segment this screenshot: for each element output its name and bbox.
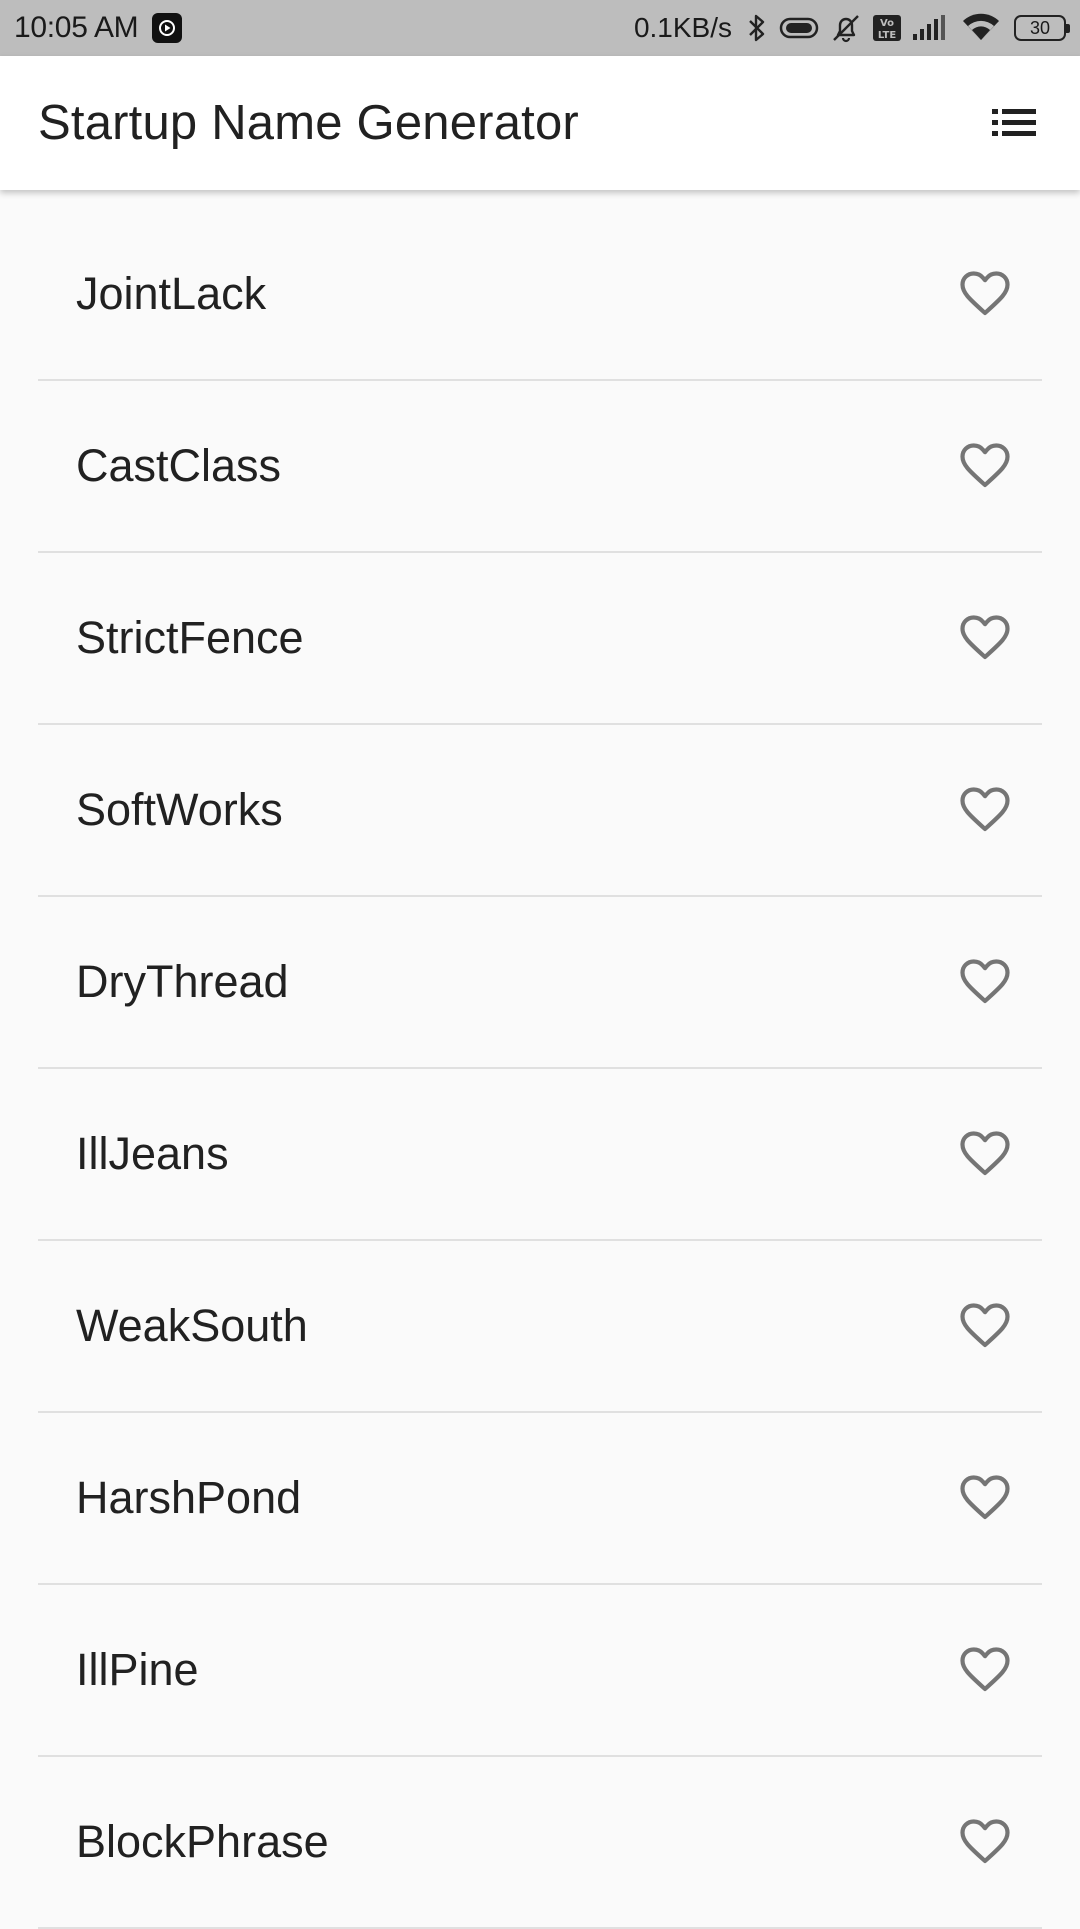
startup-name: JointLack — [76, 268, 267, 319]
favorite-button[interactable] — [950, 1119, 1020, 1189]
heart-outline-icon — [960, 787, 1010, 832]
favorite-button[interactable] — [950, 603, 1020, 673]
list-icon — [992, 109, 1036, 136]
status-time: 10:05 AM — [14, 11, 139, 44]
startup-name: HarshPond — [76, 1472, 302, 1523]
list-item-5[interactable]: IllJeans — [38, 1069, 1042, 1241]
heart-outline-icon — [960, 1819, 1010, 1864]
favorite-button[interactable] — [950, 431, 1020, 501]
startup-name: DryThread — [76, 956, 289, 1007]
page-title: Startup Name Generator — [38, 96, 579, 150]
startup-name: IllPine — [76, 1644, 199, 1695]
battery-icon: 30 — [1014, 15, 1070, 41]
startup-name: WeakSouth — [76, 1300, 308, 1351]
media-app-icon — [152, 13, 183, 43]
list-item-1[interactable]: CastClass — [38, 381, 1042, 553]
favorite-button[interactable] — [950, 775, 1020, 845]
heart-outline-icon — [960, 1647, 1010, 1692]
signal-icon — [912, 14, 946, 42]
network-speed: 0.1KB/s — [633, 12, 732, 43]
saved-list-button[interactable] — [984, 93, 1044, 153]
wifi-icon — [962, 13, 1000, 43]
favorite-button[interactable] — [950, 1463, 1020, 1533]
status-bar: 10:05 AM 0.1KB/s Vo LTE 30 — [0, 0, 1080, 56]
status-bar-right: 0.1KB/s Vo LTE 30 — [633, 12, 1070, 44]
list-item-4[interactable]: DryThread — [38, 897, 1042, 1069]
vibrate-icon — [778, 15, 820, 41]
bluetooth-icon — [746, 13, 768, 43]
heart-outline-icon — [960, 1475, 1010, 1520]
startup-name: SoftWorks — [76, 784, 283, 835]
startup-name: BlockPhrase — [76, 1816, 329, 1867]
favorite-button[interactable] — [950, 259, 1020, 329]
list-item-9[interactable]: BlockPhrase — [38, 1757, 1042, 1929]
list-item-8[interactable]: IllPine — [38, 1585, 1042, 1757]
app-bar: Startup Name Generator — [0, 56, 1080, 190]
alarm-off-icon — [830, 12, 862, 44]
favorite-button[interactable] — [950, 947, 1020, 1017]
volte-icon: Vo LTE — [872, 14, 902, 42]
battery-level: 30 — [1029, 17, 1051, 38]
heart-outline-icon — [960, 1131, 1010, 1176]
status-bar-left: 10:05 AM — [14, 11, 183, 45]
list-item-0[interactable]: JointLack — [38, 209, 1042, 381]
heart-outline-icon — [960, 271, 1010, 316]
startup-name-list: JointLack CastClass StrictFence SoftWork… — [38, 209, 1042, 1929]
heart-outline-icon — [960, 443, 1010, 488]
heart-outline-icon — [960, 1303, 1010, 1348]
startup-name: StrictFence — [76, 612, 304, 663]
startup-name: CastClass — [76, 440, 282, 491]
startup-name: IllJeans — [76, 1128, 229, 1179]
favorite-button[interactable] — [950, 1807, 1020, 1877]
svg-text:Vo: Vo — [880, 18, 894, 29]
list-item-3[interactable]: SoftWorks — [38, 725, 1042, 897]
list-item-7[interactable]: HarshPond — [38, 1413, 1042, 1585]
heart-outline-icon — [960, 959, 1010, 1004]
favorite-button[interactable] — [950, 1635, 1020, 1705]
favorite-button[interactable] — [950, 1291, 1020, 1361]
svg-text:LTE: LTE — [878, 30, 897, 41]
heart-outline-icon — [960, 615, 1010, 660]
list-item-2[interactable]: StrictFence — [38, 553, 1042, 725]
list-item-6[interactable]: WeakSouth — [38, 1241, 1042, 1413]
